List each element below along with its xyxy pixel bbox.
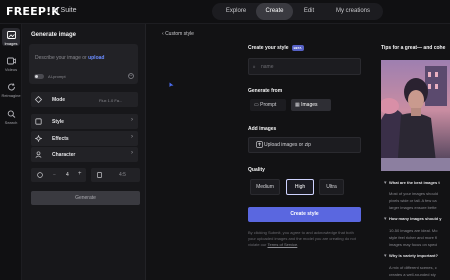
back-link[interactable]: ‹ Custom style [162, 31, 194, 37]
example-illustration [381, 60, 450, 171]
faq-answer-line: 10-50 images are ideal. Mo [389, 228, 438, 233]
quality-ultra[interactable]: Ultra [319, 179, 344, 195]
count-value: 4 [66, 172, 69, 178]
increment-button[interactable]: + [78, 171, 82, 177]
upload-icon [256, 141, 263, 148]
character-label: Character [52, 152, 76, 158]
quality-label: Quality [248, 167, 265, 173]
effects-icon [35, 135, 42, 142]
effects-selector[interactable] [31, 131, 138, 146]
quality-medium[interactable]: Medium [250, 179, 280, 195]
images-option-label: Images [301, 102, 318, 108]
terms-body: By clicking Submit, you agree to and ack… [248, 230, 356, 247]
mode-label: Mode [52, 97, 66, 103]
effects-label: Effects [52, 136, 69, 142]
mode-value: Flux 1.0 Fa... [99, 98, 123, 103]
quality-high[interactable]: High [286, 179, 314, 195]
chevron-right-icon: › [131, 134, 133, 140]
faq-answer-line: Most of your images should [389, 191, 438, 196]
palette-icon[interactable] [128, 73, 134, 79]
character-selector[interactable] [31, 147, 138, 162]
example-image [381, 60, 450, 171]
prompt-placeholder: Describe your image or upload [35, 55, 104, 61]
rail-label: Videos [4, 67, 18, 72]
mode-icon [35, 96, 42, 103]
gen-from-prompt[interactable]: ▭ Prompt [250, 99, 286, 111]
nav-edit[interactable]: Edit [294, 3, 324, 20]
search-icon [7, 110, 15, 118]
mouse-cursor-icon [169, 82, 174, 87]
decrement-button[interactable]: − [53, 172, 56, 178]
generate-from-label: Generate from [248, 88, 283, 94]
create-title-text: Create your style [248, 45, 289, 51]
prompt-placeholder-text: Describe your image or [35, 55, 89, 61]
upload-link[interactable]: upload [88, 55, 104, 61]
refresh-icon [7, 83, 15, 91]
nav-create[interactable]: Create [256, 3, 293, 20]
tips-title: Tips for a great— and cohe [381, 45, 446, 51]
prompt-option-label: Prompt [260, 102, 277, 108]
chevron-right-icon: › [131, 150, 133, 156]
faq-question[interactable]: How many images should y [389, 216, 441, 221]
toggle-knob [35, 75, 38, 78]
rail-item-reimagine[interactable]: Reimagine [0, 83, 22, 98]
image-icon [6, 31, 16, 39]
rail-item-images[interactable]: Images [0, 31, 22, 46]
text-icon: ▭ [254, 102, 259, 108]
rail-item-search[interactable]: Search [0, 110, 22, 125]
nav-explore[interactable]: Explore [217, 3, 255, 20]
gen-from-images[interactable]: ▦ Images [291, 99, 331, 111]
prompt-textarea[interactable] [29, 44, 138, 84]
back-label: Custom style [165, 31, 194, 37]
create-style-button[interactable]: Create style [248, 207, 361, 222]
ai-prompt-label: AI-prompt [48, 74, 66, 79]
style-label: Style [52, 119, 64, 125]
generate-button[interactable]: Generate [31, 191, 140, 205]
name-placeholder: name [261, 64, 274, 70]
chevron-right-icon: › [131, 117, 133, 123]
add-images-label: Add images [248, 126, 277, 132]
terms-text: By clicking Submit, you agree to and ack… [248, 230, 362, 248]
hash-icon: # [253, 64, 256, 69]
terms-link[interactable]: Terms of Service [268, 242, 298, 247]
faq-answer-line: creates a well-rounded sty [389, 272, 436, 277]
ratio-icon [97, 172, 102, 178]
beta-badge: BETA [291, 45, 304, 51]
faq-answer-line: style feel richer and more fl [389, 235, 438, 240]
faq-answer-line: A mix of different scenes, c [389, 265, 437, 270]
chevron-down-icon: ▾ [384, 253, 387, 259]
rail-label: Search [4, 120, 18, 125]
style-icon [35, 118, 42, 125]
panel-title: Generate image [31, 32, 77, 38]
faq-question[interactable]: Why is variety important? [389, 253, 438, 258]
ai-suite-label: AI Suite [52, 7, 77, 14]
nav-my-creations[interactable]: My creations [325, 3, 381, 20]
faq-answer-line: larger images ensure bette [389, 205, 437, 210]
ratio-value: 4:5 [119, 172, 126, 178]
chevron-down-icon: ▾ [384, 216, 387, 222]
stack-icon [37, 172, 43, 178]
style-selector[interactable] [31, 114, 138, 129]
chevron-down-icon: ▾ [384, 180, 387, 186]
rail-item-videos[interactable]: Videos [0, 57, 22, 72]
video-icon [6, 57, 16, 65]
rail-label: Reimagine [1, 93, 21, 98]
rail-label: Images [4, 41, 18, 46]
create-style-title: Create your style BETA [248, 45, 304, 51]
faq-question[interactable]: What are the best images t [389, 180, 440, 185]
character-icon [35, 151, 42, 158]
faq-answer-line: pixels wide or tall. A few ca [389, 198, 437, 203]
faq-answer-line: images may focus on speci [389, 242, 438, 247]
image-icon: ▦ [295, 102, 300, 108]
upload-label: Upload images or zip [264, 142, 311, 148]
terms-end: . [297, 242, 299, 247]
